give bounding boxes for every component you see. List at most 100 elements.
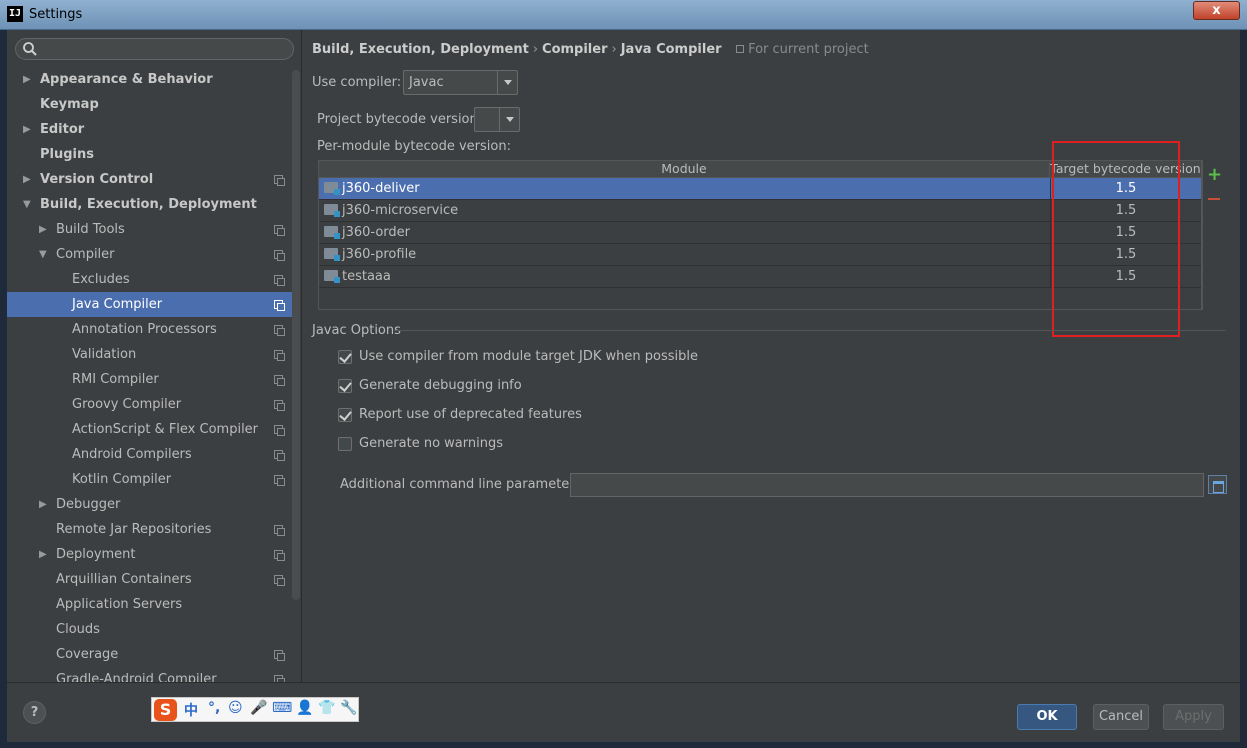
sidebar-item-label: Build Tools (56, 222, 125, 237)
expand-editor-icon[interactable] (1208, 475, 1227, 494)
sidebar-item-appearance-behavior[interactable]: ▶ Appearance & Behavior (7, 67, 293, 92)
sidebar-item-editor[interactable]: ▶ Editor (7, 117, 293, 142)
breadcrumb: Build, Execution, Deployment › Compiler › Ja… (312, 42, 869, 57)
sidebar-item-rmi-compiler[interactable]: RMI Compiler (7, 367, 293, 392)
project-scope-icon (274, 300, 285, 311)
emoji-icon[interactable]: ☺ (228, 700, 243, 716)
sidebar-item-label: Java Compiler (72, 297, 163, 312)
remove-module-button[interactable] (1208, 198, 1220, 200)
highlight-annotation (1052, 141, 1180, 337)
option-checkbox[interactable] (338, 437, 352, 451)
collapse-arrow-icon[interactable]: ▶ (39, 492, 47, 517)
option-label: Use compiler from module target JDK when… (359, 349, 698, 364)
sidebar-item-build-execution-deployment[interactable]: ▼ Build, Execution, Deployment (7, 192, 293, 217)
user-icon[interactable]: 👤 (296, 700, 313, 716)
option-label: Report use of deprecated features (359, 407, 582, 422)
expand-arrow-icon[interactable]: ▼ (39, 242, 47, 267)
option-label: Generate no warnings (359, 436, 504, 451)
sidebar-item-arquillian-containers[interactable]: Arquillian Containers (7, 567, 293, 592)
sidebar-item-build-tools[interactable]: ▶ Build Tools (7, 217, 293, 242)
javac-options-title: Javac Options (312, 323, 401, 338)
sidebar-scrollbar[interactable] (292, 70, 300, 600)
sidebar-item-gradle-android-compiler[interactable]: Gradle-Android Compiler (7, 667, 293, 682)
chevron-down-icon (499, 108, 519, 131)
column-module[interactable]: Module (319, 161, 1050, 178)
breadcrumb-build: Build, Execution, Deployment (312, 42, 529, 57)
chinese-mode-icon[interactable]: 中 (184, 700, 198, 720)
module-cell: j360-profile (324, 244, 1050, 265)
project-scope-icon (274, 400, 285, 411)
sidebar-item-label: Deployment (56, 547, 136, 562)
sidebar-item-label: Appearance & Behavior (40, 72, 213, 87)
project-scope-icon (274, 225, 285, 236)
sidebar-item-label: Annotation Processors (72, 322, 217, 337)
sidebar-item-deployment[interactable]: ▶ Deployment (7, 542, 293, 567)
skin-icon[interactable]: 👕 (318, 700, 335, 716)
sidebar-item-label: Clouds (56, 622, 100, 637)
sidebar-item-kotlin-compiler[interactable]: Kotlin Compiler (7, 467, 293, 492)
ok-button[interactable]: OK (1017, 704, 1077, 730)
collapse-arrow-icon[interactable]: ▶ (23, 117, 31, 142)
sidebar-item-label: Keymap (40, 97, 99, 112)
sidebar-item-label: Editor (40, 122, 85, 137)
module-cell: j360-microservice (324, 200, 1050, 221)
sidebar-item-validation[interactable]: Validation (7, 342, 293, 367)
sidebar-item-compiler[interactable]: ▼ Compiler (7, 242, 293, 267)
sidebar-item-label: RMI Compiler (72, 372, 159, 387)
sidebar-item-label: Gradle-Android Compiler (56, 672, 217, 682)
sidebar-item-label: Version Control (40, 172, 154, 187)
window-close-button[interactable]: x (1193, 1, 1240, 20)
project-bytecode-label: Project bytecode version: (317, 112, 483, 127)
expand-arrow-icon[interactable]: ▼ (23, 192, 31, 217)
keyboard-icon[interactable]: ⌨ (272, 700, 292, 716)
section-divider (394, 330, 1226, 331)
project-scope-icon (274, 650, 285, 661)
project-scope-icon (274, 275, 285, 286)
help-button[interactable]: ? (23, 701, 46, 724)
settings-search-input[interactable] (15, 38, 294, 60)
microphone-icon[interactable]: 🎤 (250, 700, 267, 716)
collapse-arrow-icon[interactable]: ▶ (39, 217, 47, 242)
sidebar-item-android-compilers[interactable]: Android Compilers (7, 442, 293, 467)
sidebar-item-coverage[interactable]: Coverage (7, 642, 293, 667)
project-scope-icon (274, 525, 285, 536)
cancel-button[interactable]: Cancel (1093, 704, 1149, 730)
collapse-arrow-icon[interactable]: ▶ (39, 542, 47, 567)
sidebar-item-plugins[interactable]: Plugins (7, 142, 293, 167)
option-checkbox[interactable] (338, 408, 352, 422)
project-scope-icon (274, 375, 285, 386)
apply-button[interactable]: Apply (1163, 704, 1224, 730)
punctuation-icon[interactable]: °, (208, 700, 220, 716)
collapse-arrow-icon[interactable]: ▶ (23, 67, 31, 92)
sidebar-item-groovy-compiler[interactable]: Groovy Compiler (7, 392, 293, 417)
module-folder-icon (324, 270, 340, 283)
sidebar-item-debugger[interactable]: ▶ Debugger (7, 492, 293, 517)
command-line-params-input[interactable] (570, 473, 1204, 497)
sidebar-item-version-control[interactable]: ▶ Version Control (7, 167, 293, 192)
sidebar-item-label: Plugins (40, 147, 94, 162)
module-folder-icon (324, 248, 340, 261)
sidebar-item-annotation-processors[interactable]: Annotation Processors (7, 317, 293, 342)
sidebar-item-actionscript-flex-compiler[interactable]: ActionScript & Flex Compiler (7, 417, 293, 442)
project-scope-icon (274, 475, 285, 486)
module-folder-icon (324, 182, 340, 195)
sidebar-item-java-compiler[interactable]: Java Compiler (7, 292, 293, 317)
sidebar-item-label: Validation (72, 347, 137, 362)
project-scope-icon (274, 250, 285, 261)
sidebar-item-clouds[interactable]: Clouds (7, 617, 293, 642)
sidebar-item-keymap[interactable]: Keymap (7, 92, 293, 117)
sidebar-item-label: Application Servers (56, 597, 183, 612)
project-bytecode-select[interactable] (474, 107, 520, 132)
option-checkbox[interactable] (338, 350, 352, 364)
sidebar-item-remote-jar-repositories[interactable]: Remote Jar Repositories (7, 517, 293, 542)
tools-icon[interactable]: 🔧 (340, 700, 357, 716)
use-compiler-select[interactable]: Javac (403, 70, 518, 95)
sidebar-item-excludes[interactable]: Excludes (7, 267, 293, 292)
sidebar-item-label: Coverage (56, 647, 119, 662)
sidebar-item-application-servers[interactable]: Application Servers (7, 592, 293, 617)
add-module-button[interactable]: + (1207, 164, 1222, 185)
collapse-arrow-icon[interactable]: ▶ (23, 167, 31, 192)
sogou-logo-icon[interactable]: S (154, 699, 177, 721)
option-checkbox[interactable] (338, 379, 352, 393)
params-label: Additional command line parameters: (340, 477, 586, 492)
